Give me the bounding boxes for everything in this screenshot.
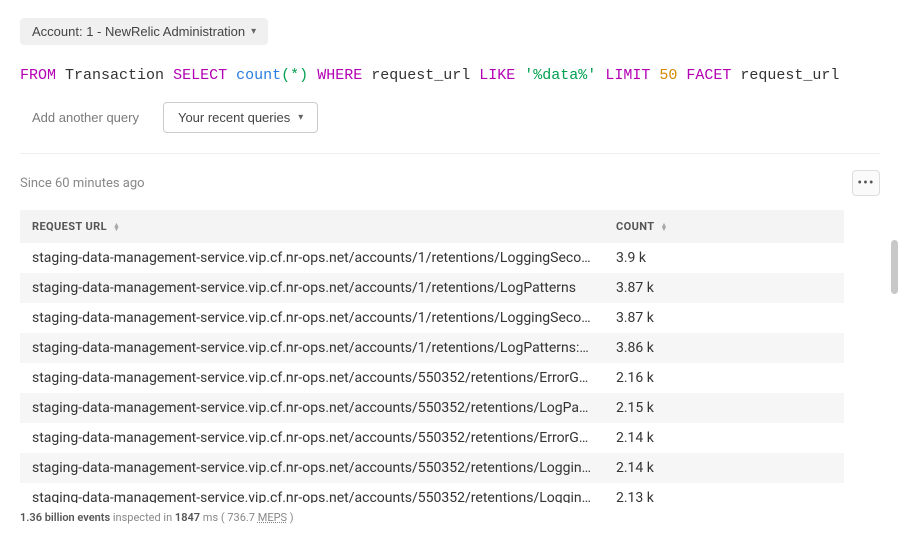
- nrql-query[interactable]: FROM Transaction SELECT count(*) WHERE r…: [20, 67, 880, 84]
- cell-request-url: staging-data-management-service.vip.cf.n…: [20, 393, 604, 423]
- table-row[interactable]: staging-data-management-service.vip.cf.n…: [20, 483, 844, 503]
- table-header: REQUEST URL ▲▼ COUNT ▲▼: [20, 210, 844, 243]
- cell-request-url: staging-data-management-service.vip.cf.n…: [20, 483, 604, 503]
- scrollbar-thumb[interactable]: [891, 240, 898, 294]
- cell-count: 3.87 k: [604, 273, 844, 303]
- table-body: staging-data-management-service.vip.cf.n…: [20, 243, 844, 503]
- query-actions: Add another query Your recent queries ▾: [20, 102, 880, 133]
- cell-request-url: staging-data-management-service.vip.cf.n…: [20, 333, 604, 363]
- account-label: Account: 1 - NewRelic Administration: [32, 24, 245, 39]
- cell-count: 2.15 k: [604, 393, 844, 423]
- results-panel: Since 60 minutes ago ••• REQUEST URL ▲▼ …: [20, 153, 880, 524]
- cell-request-url: staging-data-management-service.vip.cf.n…: [20, 303, 604, 333]
- table-row[interactable]: staging-data-management-service.vip.cf.n…: [20, 393, 844, 423]
- table-row[interactable]: staging-data-management-service.vip.cf.n…: [20, 363, 844, 393]
- more-actions-button[interactable]: •••: [852, 170, 880, 196]
- cell-count: 3.87 k: [604, 303, 844, 333]
- cell-count: 2.14 k: [604, 423, 844, 453]
- ellipsis-icon: •••: [857, 175, 874, 191]
- chevron-down-icon: ▾: [298, 112, 303, 123]
- sort-icon: ▲▼: [113, 223, 120, 231]
- cell-request-url: staging-data-management-service.vip.cf.n…: [20, 273, 604, 303]
- table-row[interactable]: staging-data-management-service.vip.cf.n…: [20, 303, 844, 333]
- cell-request-url: staging-data-management-service.vip.cf.n…: [20, 243, 604, 273]
- cell-request-url: staging-data-management-service.vip.cf.n…: [20, 363, 604, 393]
- table-row[interactable]: staging-data-management-service.vip.cf.n…: [20, 333, 844, 363]
- account-selector[interactable]: Account: 1 - NewRelic Administration ▾: [20, 18, 268, 45]
- cell-count: 2.13 k: [604, 483, 844, 503]
- table-row[interactable]: staging-data-management-service.vip.cf.n…: [20, 423, 844, 453]
- cell-request-url: staging-data-management-service.vip.cf.n…: [20, 423, 604, 453]
- chevron-down-icon: ▾: [251, 26, 256, 37]
- sort-icon: ▲▼: [660, 223, 667, 231]
- cell-request-url: staging-data-management-service.vip.cf.n…: [20, 453, 604, 483]
- cell-count: 2.16 k: [604, 363, 844, 393]
- since-label: Since 60 minutes ago: [20, 176, 145, 191]
- inspection-footer: 1.36 billion events inspected in 1847 ms…: [20, 511, 880, 524]
- recent-queries-button[interactable]: Your recent queries ▾: [163, 102, 318, 133]
- cell-count: 3.86 k: [604, 333, 844, 363]
- results-table: REQUEST URL ▲▼ COUNT ▲▼ staging-data-man…: [20, 210, 844, 503]
- table-row[interactable]: staging-data-management-service.vip.cf.n…: [20, 273, 844, 303]
- add-query-button[interactable]: Add another query: [20, 102, 151, 133]
- recent-queries-label: Your recent queries: [178, 110, 290, 125]
- table-row[interactable]: staging-data-management-service.vip.cf.n…: [20, 453, 844, 483]
- cell-count: 3.9 k: [604, 243, 844, 273]
- cell-count: 2.14 k: [604, 453, 844, 483]
- table-row[interactable]: staging-data-management-service.vip.cf.n…: [20, 243, 844, 273]
- col-header-count[interactable]: COUNT ▲▼: [604, 210, 844, 243]
- col-header-request-url[interactable]: REQUEST URL ▲▼: [20, 210, 604, 243]
